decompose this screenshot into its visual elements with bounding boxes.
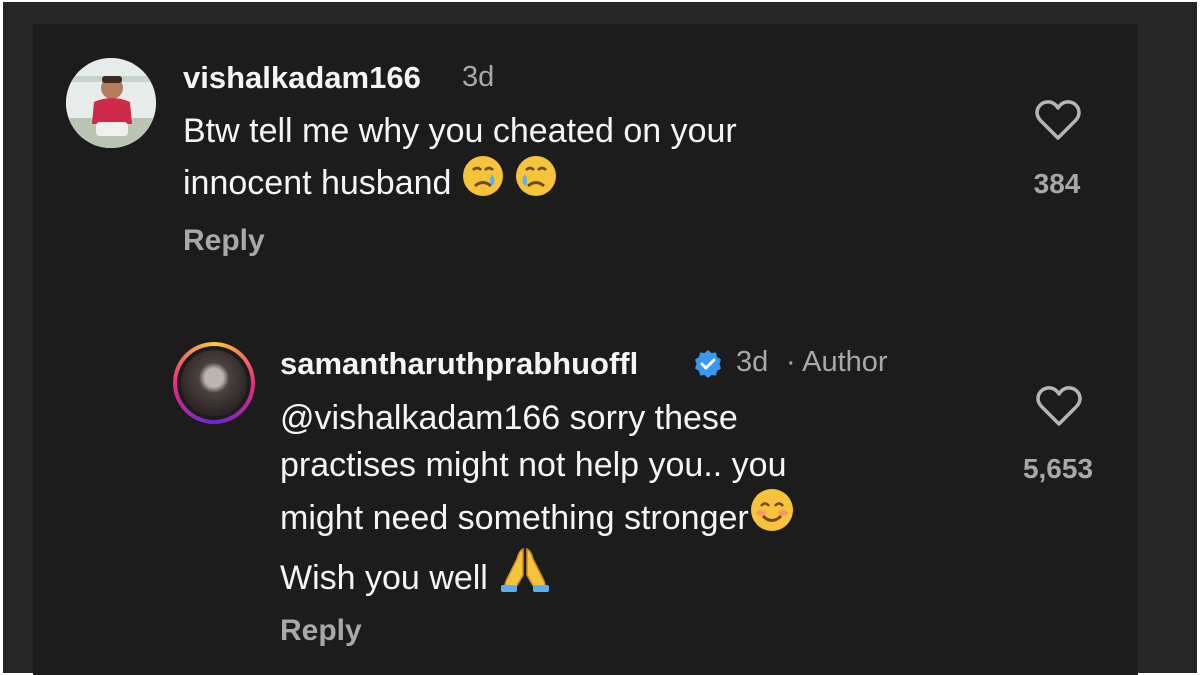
comment-time: 3d	[462, 61, 495, 93]
author-avatar[interactable]	[173, 342, 255, 424]
reply-button[interactable]: Reply	[280, 614, 362, 648]
author-label: · Author	[786, 346, 888, 378]
comment-text-line-1: @vishalkadam166 sorry these	[280, 399, 738, 437]
comment-time: 3d	[736, 346, 769, 378]
commenter-avatar[interactable]	[66, 58, 156, 148]
comment-text-fragment: might need something stronger	[280, 499, 749, 537]
comment-text-fragment: innocent husband	[183, 164, 452, 202]
like-heart-icon[interactable]	[1034, 98, 1082, 147]
like-heart-icon[interactable]	[1035, 384, 1083, 433]
like-count: 5,653	[1022, 453, 1094, 484]
reply-button[interactable]: Reply	[183, 224, 265, 258]
crying-face-icon	[514, 154, 558, 210]
like-count: 384	[1033, 168, 1081, 199]
screen	[3, 2, 1197, 675]
verified-badge-icon	[693, 349, 723, 384]
folded-hands-icon	[497, 545, 553, 605]
avatar-ring-gap	[177, 346, 251, 420]
crying-face-icon	[461, 154, 505, 210]
comment-text-line-4: Wish you well	[280, 545, 553, 605]
avatar-photo-icon	[66, 58, 156, 148]
comment-text-line-3: might need something stronger	[280, 487, 795, 545]
smiling-face-icon	[749, 487, 795, 545]
image-frame: vishalkadam166 3d Btw tell me why you ch…	[0, 0, 1200, 675]
comment-text-line-2: practises might not help you.. you	[280, 446, 787, 484]
comment-text-fragment: Wish you well	[280, 559, 488, 597]
comment-username[interactable]: samantharuthprabhuoffl	[280, 346, 638, 382]
comment-text-line-1: Btw tell me why you cheated on your	[183, 112, 737, 150]
avatar-photo-icon	[181, 350, 247, 416]
comment-username[interactable]: vishalkadam166	[183, 60, 421, 96]
comment-text-line-2: innocent husband	[183, 154, 558, 210]
